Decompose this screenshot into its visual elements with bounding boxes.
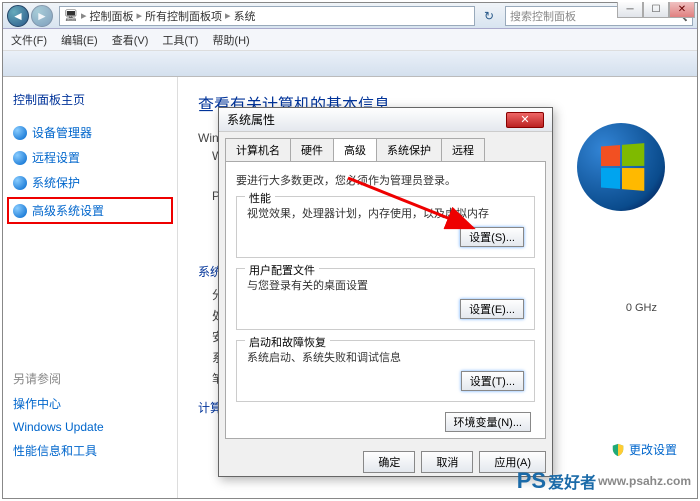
nav-buttons: ◄ ► xyxy=(7,5,53,27)
dialog-footer: 确定 取消 应用(A) xyxy=(219,445,552,479)
recovery-settings-button[interactable]: 设置(T)... xyxy=(461,371,524,391)
sidebar-item-remote[interactable]: 远程设置 xyxy=(11,145,169,170)
tab-remote[interactable]: 远程 xyxy=(441,138,485,161)
menu-view[interactable]: 查看(V) xyxy=(112,32,149,48)
menu-help[interactable]: 帮助(H) xyxy=(212,32,249,48)
dialog-title: 系统属性 xyxy=(227,111,275,128)
group-title: 性能 xyxy=(245,190,275,206)
profile-settings-button[interactable]: 设置(E)... xyxy=(460,299,524,319)
performance-group: 性能 视觉效果，处理器计划，内存使用，以及虚拟内存 设置(S)... xyxy=(236,196,535,258)
shield-icon xyxy=(13,126,27,140)
breadcrumb-item[interactable]: 所有控制面板项 xyxy=(145,8,222,24)
sidebar: 控制面板主页 设备管理器 远程设置 系统保护 高级系统设置 另请参阅 操作中心 xyxy=(3,77,178,498)
sidebar-label: 远程设置 xyxy=(32,149,80,166)
refresh-button[interactable]: ↻ xyxy=(479,6,499,26)
sidebar-item-device-manager[interactable]: 设备管理器 xyxy=(11,120,169,145)
back-button[interactable]: ◄ xyxy=(7,5,29,27)
maximize-button[interactable]: ☐ xyxy=(643,2,669,18)
close-button[interactable]: ✕ xyxy=(669,2,695,18)
see-also-header: 另请参阅 xyxy=(11,366,169,391)
menu-file[interactable]: 文件(F) xyxy=(11,32,47,48)
sidebar-foot-perf[interactable]: 性能信息和工具 xyxy=(11,438,169,463)
menu-tools[interactable]: 工具(T) xyxy=(162,32,198,48)
breadcrumb[interactable]: 🖥 ▸ 控制面板 ▸ 所有控制面板项 ▸ 系统 xyxy=(59,6,475,26)
profile-group: 用户配置文件 与您登录有关的桌面设置 设置(E)... xyxy=(236,268,535,330)
windows-logo xyxy=(577,123,667,213)
sidebar-label: 设备管理器 xyxy=(32,124,92,141)
cancel-button[interactable]: 取消 xyxy=(421,451,473,473)
group-title: 用户配置文件 xyxy=(245,262,319,278)
ok-button[interactable]: 确定 xyxy=(363,451,415,473)
ghz-text: 0 GHz xyxy=(626,302,657,314)
chevron-right-icon: ▸ xyxy=(134,9,146,22)
shield-icon xyxy=(13,204,27,218)
dialog-close-button[interactable]: ✕ xyxy=(506,112,544,128)
link-label: 更改设置 xyxy=(629,441,677,458)
tab-panel-advanced: 要进行大多数更改，您必须作为管理员登录。 性能 视觉效果，处理器计划，内存使用，… xyxy=(225,161,546,439)
sidebar-foot-windows-update[interactable]: Windows Update xyxy=(11,416,169,438)
group-desc: 视觉效果，处理器计划，内存使用，以及虚拟内存 xyxy=(247,205,524,221)
tab-strip: 计算机名 硬件 高级 系统保护 远程 xyxy=(219,132,552,161)
sidebar-label: 高级系统设置 xyxy=(32,202,104,219)
search-placeholder: 搜索控制面板 xyxy=(510,8,576,24)
dialog-titlebar: 系统属性 ✕ xyxy=(219,108,552,132)
sidebar-item-advanced[interactable]: 高级系统设置 xyxy=(7,197,173,224)
change-settings-link[interactable]: 更改设置 xyxy=(611,441,677,458)
shield-icon xyxy=(13,176,27,190)
computer-icon: 🖥 xyxy=(64,9,78,22)
chevron-right-icon: ▸ xyxy=(78,9,90,22)
sidebar-item-protection[interactable]: 系统保护 xyxy=(11,170,169,195)
group-desc: 系统启动、系统失败和调试信息 xyxy=(247,349,524,365)
shield-icon xyxy=(611,443,625,457)
forward-button[interactable]: ► xyxy=(31,5,53,27)
watermark-text: 爱好者 xyxy=(548,469,596,493)
minimize-button[interactable]: ─ xyxy=(617,2,643,18)
tab-protection[interactable]: 系统保护 xyxy=(376,138,442,161)
breadcrumb-item[interactable]: 控制面板 xyxy=(90,8,134,24)
menu-edit[interactable]: 编辑(E) xyxy=(61,32,98,48)
shield-icon xyxy=(13,151,27,165)
group-title: 启动和故障恢复 xyxy=(245,334,330,350)
tab-advanced[interactable]: 高级 xyxy=(333,138,377,161)
menubar: 文件(F) 编辑(E) 查看(V) 工具(T) 帮助(H) xyxy=(3,29,697,51)
watermark-url: www.psahz.com xyxy=(598,474,691,488)
sidebar-label: 系统保护 xyxy=(32,174,80,191)
window-controls: ─ ☐ ✕ xyxy=(617,2,695,18)
toolbar xyxy=(3,51,697,77)
sidebar-foot-action-center[interactable]: 操作中心 xyxy=(11,391,169,416)
env-vars-button[interactable]: 环境变量(N)... xyxy=(445,412,531,432)
tab-hardware[interactable]: 硬件 xyxy=(290,138,334,161)
sidebar-home[interactable]: 控制面板主页 xyxy=(11,87,169,112)
system-properties-dialog: 系统属性 ✕ 计算机名 硬件 高级 系统保护 远程 要进行大多数更改，您必须作为… xyxy=(218,107,553,477)
watermark-ps: PS xyxy=(517,468,546,494)
sidebar-label: 控制面板主页 xyxy=(13,91,85,108)
watermark: PS 爱好者 www.psahz.com xyxy=(517,468,691,494)
explorer-window: ◄ ► 🖥 ▸ 控制面板 ▸ 所有控制面板项 ▸ 系统 ↻ 搜索控制面板 🔍 ─… xyxy=(2,2,698,499)
perf-settings-button[interactable]: 设置(S)... xyxy=(460,227,524,247)
tab-computer-name[interactable]: 计算机名 xyxy=(225,138,291,161)
titlebar: ◄ ► 🖥 ▸ 控制面板 ▸ 所有控制面板项 ▸ 系统 ↻ 搜索控制面板 🔍 ─… xyxy=(3,3,697,29)
group-desc: 与您登录有关的桌面设置 xyxy=(247,277,524,293)
breadcrumb-item[interactable]: 系统 xyxy=(234,8,256,24)
admin-note: 要进行大多数更改，您必须作为管理员登录。 xyxy=(236,172,535,188)
recovery-group: 启动和故障恢复 系统启动、系统失败和调试信息 设置(T)... xyxy=(236,340,535,402)
chevron-right-icon: ▸ xyxy=(222,9,234,22)
